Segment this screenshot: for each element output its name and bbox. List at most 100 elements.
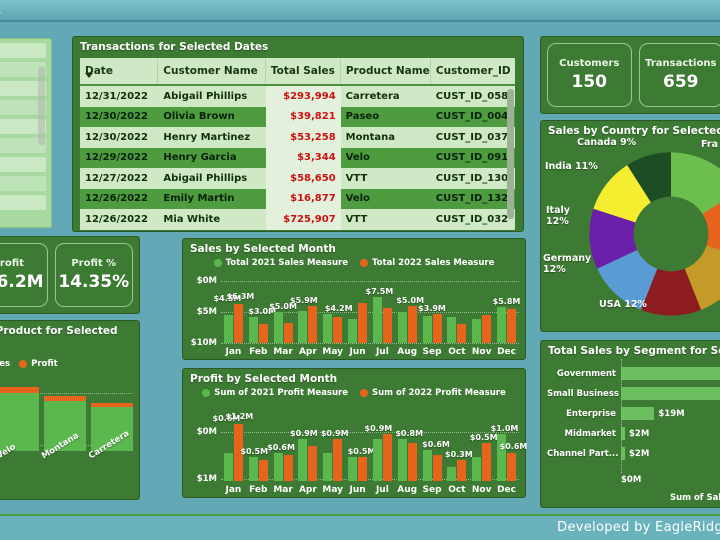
- kpi-card-profit[interactable]: Profit $16.2M: [0, 243, 48, 307]
- bar-series2[interactable]: [507, 452, 517, 481]
- segment-row[interactable]: Midmarket $2M: [547, 425, 720, 442]
- bar-series2[interactable]: [358, 457, 368, 481]
- bar-group[interactable]: [345, 302, 370, 343]
- bar-series1[interactable]: [372, 296, 382, 343]
- legend-item-profit[interactable]: Profit: [19, 359, 58, 369]
- bar-series2[interactable]: [233, 303, 243, 343]
- bar-group[interactable]: $5.9M: [290, 296, 320, 343]
- bar-series1[interactable]: [472, 457, 482, 481]
- bar-group[interactable]: $0.5M: [345, 447, 375, 481]
- bar-group[interactable]: $0.5M: [240, 447, 271, 481]
- bar-group[interactable]: $0.9M: [365, 424, 395, 481]
- bar-group[interactable]: $4.2M: [320, 304, 353, 343]
- kpi-card-profit-percent[interactable]: Profit % 14.35%: [54, 243, 133, 307]
- slicer-item[interactable]: [0, 43, 46, 58]
- slicer-item[interactable]: [0, 176, 46, 191]
- bar-group[interactable]: $3.9M: [418, 304, 446, 343]
- column-header-customer-name[interactable]: Customer Name: [158, 58, 266, 84]
- bar-group[interactable]: $0.8M: [395, 429, 423, 481]
- column-header-customer-id[interactable]: Customer_ID: [431, 58, 515, 84]
- bar-series1[interactable]: [422, 450, 432, 481]
- bar-group[interactable]: $0.5M: [469, 433, 498, 481]
- bar-series1[interactable]: [422, 315, 432, 343]
- bar-series1[interactable]: [497, 307, 507, 343]
- legend-item-2021[interactable]: Total 2021 Sales Measure: [213, 258, 348, 268]
- bar-series2[interactable]: [482, 443, 492, 481]
- table-row[interactable]: 12/26/2022 Emily Martin $16,877 Velo CUST_ID…: [80, 188, 515, 209]
- bar-group[interactable]: $0.6M: [420, 440, 450, 481]
- bar-series2[interactable]: [382, 433, 392, 481]
- donut-chart[interactable]: [586, 149, 720, 319]
- column-header-total-sales[interactable]: Total Sales: [266, 58, 341, 84]
- bar-series2[interactable]: [333, 316, 343, 343]
- bar-series2[interactable]: [407, 305, 417, 343]
- bar-series2[interactable]: [308, 445, 318, 481]
- bar-series1[interactable]: [323, 314, 333, 343]
- table-row[interactable]: 12/27/2022 Abigail Phillips $58,650 VTT CUST…: [80, 168, 515, 189]
- table-row[interactable]: 12/29/2022 Henry Garcia $3,344 Velo CUST_ID_…: [80, 147, 515, 168]
- bar-series1[interactable]: [273, 312, 283, 343]
- slicer-scrollbar[interactable]: [38, 67, 45, 145]
- sort-descending-icon[interactable]: [85, 73, 93, 78]
- bar-group[interactable]: $1.0M $0.6M: [491, 424, 527, 481]
- table-row[interactable]: 12/30/2022 Olivia Brown $39,821 Paseo CUST_I…: [80, 106, 515, 127]
- bar-series2[interactable]: [283, 455, 293, 481]
- bar-group[interactable]: $5.0M: [395, 296, 424, 343]
- bar-series1[interactable]: [348, 457, 358, 481]
- bar-series2[interactable]: [308, 306, 318, 343]
- bar-series2[interactable]: [333, 438, 343, 481]
- kpi-card-transactions[interactable]: Transactions 659: [638, 43, 720, 107]
- bar-series2[interactable]: [457, 459, 467, 481]
- bar-series1[interactable]: [397, 312, 407, 343]
- bar-group[interactable]: [444, 316, 469, 343]
- bar-series1[interactable]: [497, 433, 507, 481]
- segment-row[interactable]: Enterprise $19M: [547, 405, 720, 422]
- legend-item-2022[interactable]: Total 2022 Sales Measure: [360, 258, 494, 268]
- column-header-date[interactable]: Date: [80, 58, 159, 84]
- bar-group[interactable]: $5.0M: [269, 302, 297, 343]
- bar-series2[interactable]: [432, 313, 442, 343]
- bar-group[interactable]: $0.6M: [267, 443, 296, 481]
- bar-series2[interactable]: [432, 455, 442, 481]
- bar-group[interactable]: $3.0M: [246, 307, 276, 343]
- bar-series2[interactable]: [283, 323, 293, 343]
- bar-series1[interactable]: [372, 438, 382, 481]
- slicer-item[interactable]: [0, 195, 46, 210]
- bar-group[interactable]: $0.9M: [320, 429, 349, 481]
- bar-series2[interactable]: [457, 324, 467, 343]
- bar-series2[interactable]: [407, 443, 417, 481]
- bar-series1[interactable]: [298, 310, 308, 343]
- bar-series1[interactable]: [248, 316, 258, 343]
- kpi-card-customers[interactable]: Customers 150: [547, 43, 632, 107]
- column-header-product-name[interactable]: Product Name: [341, 58, 431, 84]
- table-row[interactable]: 12/30/2022 Henry Martinez $53,258 Montana CU…: [80, 127, 515, 148]
- bar-series2[interactable]: [258, 459, 268, 481]
- bar-series2[interactable]: [258, 324, 268, 343]
- table-scrollbar[interactable]: [507, 89, 514, 219]
- legend-item-2021-profit[interactable]: Sum of 2021 Profit Measure: [202, 388, 348, 398]
- bar-group[interactable]: $4.5M $6.3M: [214, 292, 254, 343]
- bar-group[interactable]: $0.9M: [290, 429, 320, 481]
- segment-rows[interactable]: Government Small Business Enterprise $19M Mi…: [547, 365, 720, 465]
- segment-bar[interactable]: [621, 407, 655, 420]
- bar-series1[interactable]: [223, 315, 233, 343]
- bar-group[interactable]: $5.8M: [493, 297, 520, 343]
- segment-bar[interactable]: [621, 367, 720, 380]
- table-row[interactable]: 12/26/2022 Mia White $725,907 VTT CUST_ID_03…: [80, 209, 515, 230]
- bar-series1[interactable]: [323, 452, 333, 481]
- slicer-item[interactable]: [0, 157, 46, 172]
- bar-series1[interactable]: [223, 452, 233, 481]
- legend-item-total-sales[interactable]: otal Sales: [0, 359, 10, 369]
- bar-series2[interactable]: [507, 308, 517, 343]
- segment-row[interactable]: Government: [547, 365, 720, 382]
- bar-group[interactable]: $0.3M: [444, 450, 473, 481]
- segment-bar[interactable]: [621, 387, 720, 400]
- bar-series1[interactable]: [298, 438, 308, 481]
- date-slicer-panel[interactable]: ✓: [0, 38, 52, 228]
- segment-row[interactable]: Channel Part... $2M: [547, 445, 720, 462]
- bar-series2[interactable]: [382, 308, 392, 343]
- bar-group[interactable]: $7.5M: [366, 287, 395, 343]
- bar-series1[interactable]: [397, 438, 407, 481]
- bar-series1[interactable]: [472, 318, 482, 343]
- legend-item-2022-profit[interactable]: Sum of 2022 Profit Measure: [360, 388, 506, 398]
